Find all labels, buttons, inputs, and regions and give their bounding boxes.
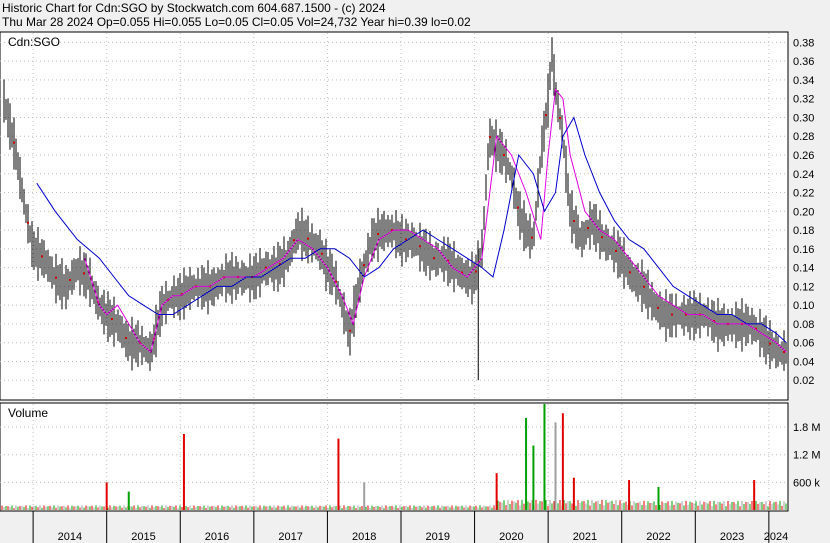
price-close-marker — [531, 236, 533, 239]
volume-tick-label: 1.2 M — [793, 450, 821, 462]
volume-tick-label: 1.8 M — [793, 422, 821, 434]
price-close-marker — [517, 206, 519, 209]
year-tick-label: 2020 — [499, 531, 523, 543]
price-close-marker — [615, 249, 617, 252]
price-close-marker — [321, 252, 323, 255]
time-x-axis: 2014 2015 2016 2017 2018 2019 2020 2021 2022 2023… — [32, 511, 788, 543]
year-tick-label: 2024 — [764, 531, 788, 543]
price-panel — [0, 31, 789, 401]
volume-panel-title: Volume — [8, 406, 48, 420]
volume-tick-label: 600 k — [793, 477, 820, 489]
price-close-marker — [83, 272, 85, 275]
price-tick-label: 0.28 — [793, 131, 814, 143]
price-close-marker — [559, 117, 561, 120]
price-close-marker — [293, 239, 295, 242]
year-tick-label: 2019 — [426, 531, 450, 543]
price-tick-label: 0.06 — [793, 338, 814, 350]
year-tick-label: 2018 — [352, 531, 376, 543]
price-close-marker — [307, 237, 309, 240]
price-tick-label: 0.10 — [793, 300, 814, 312]
price-close-marker — [363, 264, 365, 267]
price-tick-label: 0.22 — [793, 188, 814, 200]
price-close-marker — [55, 276, 57, 279]
price-close-marker — [111, 318, 113, 321]
price-close-marker — [27, 221, 29, 224]
price-close-marker — [545, 114, 547, 117]
year-tick-label: 2023 — [720, 531, 744, 543]
price-close-marker — [769, 342, 771, 345]
price-close-marker — [13, 141, 15, 144]
price-tick-label: 0.34 — [793, 75, 814, 87]
price-tick-label: 0.08 — [793, 319, 814, 331]
year-tick-label: 2017 — [278, 531, 302, 543]
price-close-marker — [41, 255, 43, 258]
volume-y-axis: 600 k 1.2 M 1.8 M — [793, 422, 821, 489]
price-tick-label: 0.30 — [793, 112, 814, 124]
price-tick-label: 0.16 — [793, 244, 814, 256]
price-tick-label: 0.18 — [793, 225, 814, 237]
price-tick-label: 0.02 — [793, 375, 814, 387]
price-close-marker — [349, 329, 351, 332]
price-close-marker — [671, 313, 673, 316]
year-tick-label: 2021 — [573, 531, 597, 543]
year-tick-label: 2022 — [646, 531, 670, 543]
price-tick-label: 0.26 — [793, 150, 814, 162]
price-close-marker — [503, 154, 505, 157]
volume-panel — [0, 402, 789, 512]
price-y-axis: 0.02 0.04 0.06 0.08 0.10 0.12 0.14 0.16 0.18 0.20… — [793, 37, 814, 387]
price-close-marker — [573, 219, 575, 222]
price-tick-label: 0.24 — [793, 169, 814, 181]
price-tick-label: 0.38 — [793, 37, 814, 49]
price-close-marker — [433, 257, 435, 260]
price-tick-label: 0.04 — [793, 356, 814, 368]
price-close-marker — [69, 278, 71, 281]
year-tick-label: 2015 — [131, 531, 155, 543]
price-close-marker — [629, 271, 631, 274]
price-close-marker — [657, 306, 659, 309]
price-close-marker — [125, 337, 127, 340]
price-close-marker — [643, 285, 645, 288]
year-tick-label: 2014 — [58, 531, 82, 543]
price-tick-label: 0.20 — [793, 206, 814, 218]
price-close-marker — [489, 136, 491, 139]
price-close-marker — [475, 270, 477, 273]
price-tick-label: 0.14 — [793, 263, 814, 275]
price-tick-label: 0.36 — [793, 56, 814, 68]
price-tick-label: 0.32 — [793, 94, 814, 106]
price-close-marker — [419, 245, 421, 248]
year-tick-label: 2016 — [205, 531, 229, 543]
price-tick-label: 0.12 — [793, 281, 814, 293]
price-close-marker — [587, 226, 589, 229]
price-close-marker — [377, 232, 379, 235]
price-close-marker — [783, 351, 785, 354]
price-panel-title: Cdn:SGO — [8, 35, 60, 49]
price-close-marker — [601, 236, 603, 239]
stock-chart: Cdn:SGO Volume 0.020.040.060.080.100.120… — [0, 31, 821, 543]
